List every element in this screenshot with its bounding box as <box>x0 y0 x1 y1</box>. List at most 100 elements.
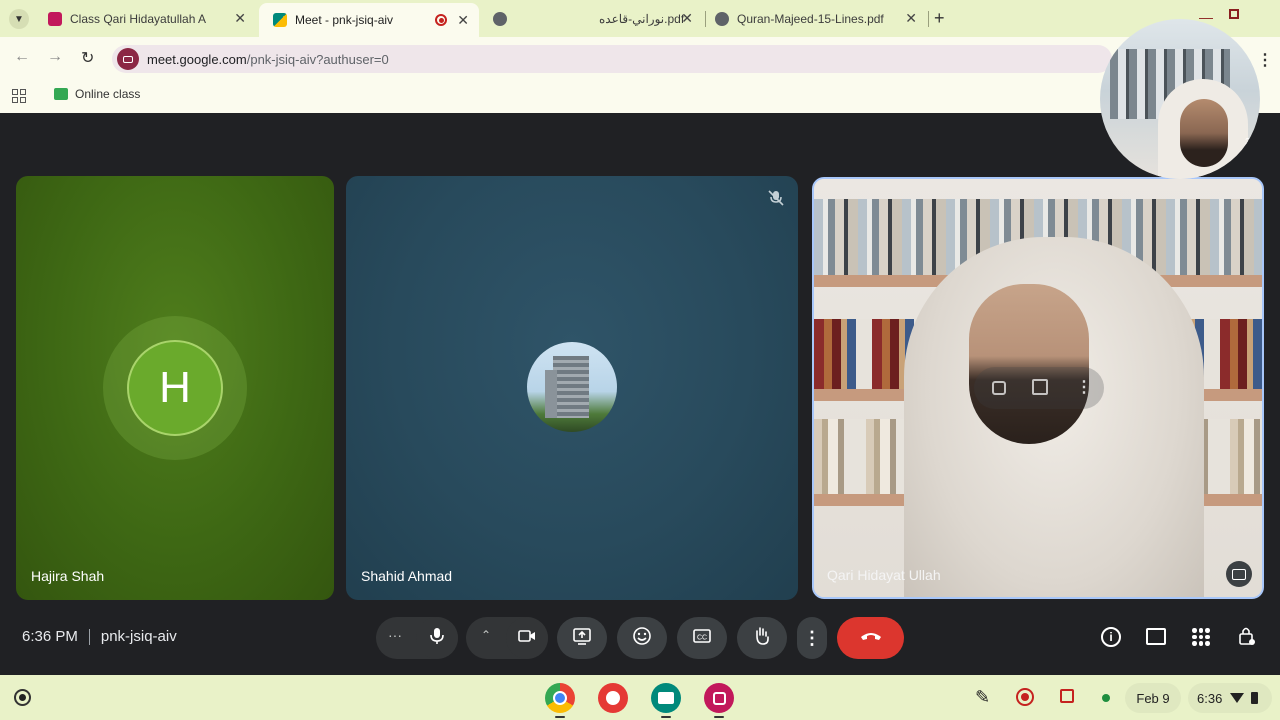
globe-icon <box>715 11 729 26</box>
bookmark-online-class[interactable]: Online class <box>54 87 140 101</box>
pin-icon[interactable] <box>992 381 1006 395</box>
tab-pdf-qaida[interactable]: نوراني-قاعده.pdf ✕ <box>583 3 703 34</box>
tab-blank[interactable] <box>479 3 579 34</box>
capture-mode-icon[interactable] <box>1060 689 1074 703</box>
tab-title: نوراني-قاعده.pdf <box>599 11 685 26</box>
more-icon: ⋮ <box>803 627 821 648</box>
chat-icon[interactable] <box>1146 628 1166 645</box>
close-icon[interactable]: ✕ <box>234 10 246 27</box>
present-button[interactable] <box>557 617 607 659</box>
participant-name: Qari Hidayat Ullah <box>827 567 941 583</box>
url-path: /pnk-jsiq-aiv?authuser=0 <box>246 52 389 67</box>
tab-pdf-quran[interactable]: Quran-Majeed-15-Lines.pdf ✕ <box>701 3 927 34</box>
mic-icon <box>427 626 447 651</box>
more-options-button[interactable]: ⋮ <box>797 617 827 659</box>
person-face <box>969 284 1089 444</box>
meeting-info: 6:36 PM pnk-jsiq-aiv <box>22 628 177 645</box>
classroom-icon <box>48 11 62 26</box>
tab-list-icon[interactable]: ▼ <box>9 9 29 29</box>
launcher-icon[interactable] <box>14 689 31 706</box>
raise-hand-button[interactable] <box>737 617 787 659</box>
pen-tool-icon[interactable]: ✎ <box>975 687 990 708</box>
avatar: H <box>127 340 223 436</box>
canvas-app-icon[interactable] <box>598 683 628 713</box>
app-indicator <box>714 716 724 718</box>
bookmark-label: Online class <box>75 87 141 101</box>
tab-meet[interactable]: Meet - pnk-jsiq-aiv ✕ <box>259 3 479 37</box>
meet-icon <box>273 13 287 27</box>
forward-icon[interactable]: → <box>47 48 63 66</box>
tab-class[interactable]: Class Qari Hidayatullah A ✕ <box>34 3 256 34</box>
hang-up-icon <box>859 626 883 651</box>
clock-text: 6:36 <box>1197 690 1223 706</box>
info-icon[interactable]: i <box>1101 627 1121 647</box>
date-text: Feb 9 <box>1136 690 1170 706</box>
picture-in-picture-icon[interactable] <box>1226 561 1252 587</box>
close-icon[interactable]: ✕ <box>681 10 693 27</box>
tab-title: Meet - pnk-jsiq-aiv <box>295 13 394 27</box>
participant-name: Shahid Ahmad <box>361 568 453 584</box>
activities-icon[interactable] <box>1192 628 1210 646</box>
classroom-icon <box>54 88 68 100</box>
participant-tile-qari[interactable]: ⋮ Qari Hidayat Ullah <box>812 177 1264 599</box>
tab-separator <box>928 11 929 27</box>
maximize-icon[interactable] <box>1229 9 1239 19</box>
close-icon[interactable]: ✕ <box>457 12 469 29</box>
close-icon[interactable]: ✕ <box>905 10 917 27</box>
site-info-icon[interactable] <box>117 48 139 70</box>
app-indicator <box>555 716 565 718</box>
captions-button[interactable]: CC <box>677 617 727 659</box>
avatar-initial: H <box>159 363 191 412</box>
mic-button[interactable] <box>416 617 458 659</box>
wifi-icon <box>1230 693 1245 703</box>
status-dot <box>1102 694 1110 702</box>
app-indicator <box>661 716 671 718</box>
date-pill[interactable]: Feb 9 <box>1125 683 1181 713</box>
battery-icon <box>1251 692 1259 704</box>
svg-text:CC: CC <box>697 634 707 641</box>
tab-title: Quran-Majeed-15-Lines.pdf <box>737 11 884 26</box>
tab-title: Class Qari Hidayatullah A <box>70 11 207 26</box>
reload-icon[interactable]: ↻ <box>81 48 94 68</box>
captions-icon: CC <box>692 626 712 651</box>
avatar <box>527 342 617 432</box>
participant-tile-hajira[interactable]: H Hajira Shah <box>16 176 334 600</box>
participant-tile-shahid[interactable]: Shahid Ahmad <box>346 176 798 600</box>
camera-icon <box>517 626 537 651</box>
screencast-app-icon[interactable] <box>704 683 734 713</box>
self-view[interactable]: 3 <box>1100 19 1260 179</box>
raise-hand-icon <box>752 626 772 651</box>
tab-strip: ▼ Class Qari Hidayatullah A ✕ Meet - pnk… <box>0 0 1280 37</box>
reactions-button[interactable] <box>617 617 667 659</box>
os-shelf: ✎ Feb 9 6:36 <box>0 675 1280 720</box>
recording-icon <box>435 14 447 26</box>
participant-count: 3 <box>1245 137 1251 148</box>
back-icon[interactable]: ← <box>14 48 30 66</box>
url-host: meet.google.com <box>147 52 247 67</box>
camera-button[interactable] <box>506 617 548 659</box>
chrome-app-icon[interactable] <box>545 683 575 713</box>
screen-record-icon[interactable] <box>1016 688 1034 706</box>
bookmarks-bar: Online class <box>0 81 1280 113</box>
video-feed: ⋮ <box>814 179 1262 597</box>
new-tab-button[interactable]: + <box>934 8 945 29</box>
leave-call-button[interactable] <box>837 617 904 659</box>
present-icon <box>572 626 592 651</box>
url-text: meet.google.com/pnk-jsiq-aiv?authuser=0 <box>147 52 389 67</box>
video-options-icon[interactable]: ⌃ <box>481 628 491 642</box>
edit-effects-icon[interactable] <box>1032 379 1048 395</box>
divider <box>88 628 90 645</box>
participant-name: Hajira Shah <box>31 568 105 584</box>
more-options-icon[interactable]: ⋮ <box>1076 377 1092 397</box>
emoji-icon <box>632 626 652 651</box>
apps-icon[interactable] <box>12 89 26 103</box>
menu-icon[interactable]: ⋮ <box>1257 50 1273 70</box>
meeting-time: 6:36 PM <box>22 628 78 645</box>
muted-icon <box>766 188 786 208</box>
meeting-code: pnk-jsiq-aiv <box>100 628 177 645</box>
globe-icon <box>493 11 507 26</box>
audio-options-icon[interactable]: ··· <box>388 627 402 643</box>
meet-app-icon[interactable] <box>651 683 681 713</box>
host-controls-icon[interactable] <box>1238 626 1256 646</box>
status-tray[interactable]: 6:36 <box>1188 683 1272 713</box>
